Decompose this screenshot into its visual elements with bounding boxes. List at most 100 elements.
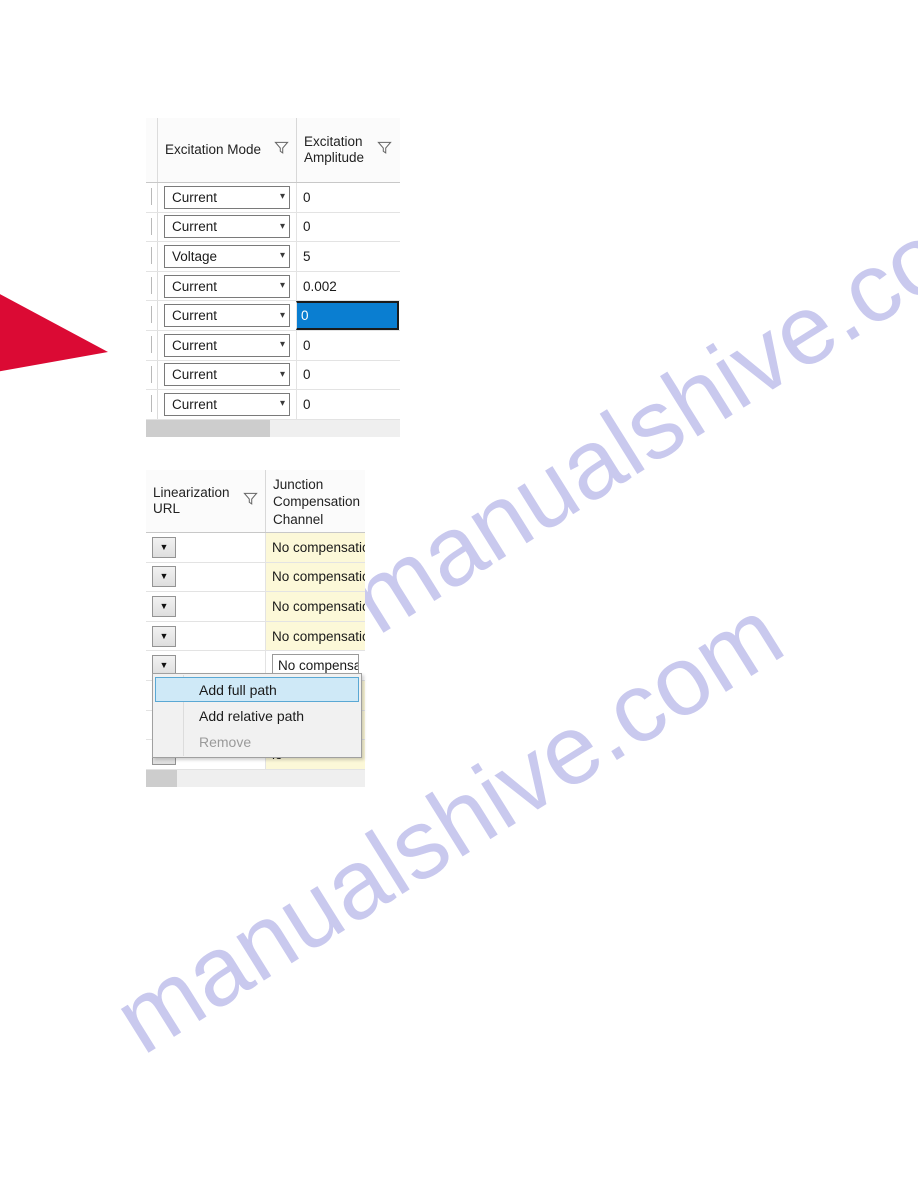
- select-value: Current: [172, 278, 218, 294]
- row-marker: [151, 188, 152, 205]
- menu-item-add-relative-path[interactable]: Add relative path: [155, 703, 359, 728]
- table-row[interactable]: Current ▾ 0.002: [146, 271, 400, 302]
- cell-linearization-url[interactable]: ▼: [146, 533, 265, 562]
- linearization-url-dropdown-button[interactable]: ▼: [152, 625, 176, 647]
- select-value: Current: [172, 308, 218, 324]
- funnel-icon[interactable]: [243, 491, 258, 510]
- cell-junction-compensation-channel[interactable]: No compensatio: [265, 621, 365, 651]
- triangle-down-icon: ▼: [159, 660, 169, 671]
- table-row[interactable]: ▼ No compensatio: [146, 562, 365, 593]
- cell-excitation-mode[interactable]: Current ▾: [158, 212, 296, 242]
- cell-excitation-amplitude[interactable]: 0: [296, 301, 399, 330]
- row-marker: [151, 276, 152, 294]
- row-selector[interactable]: [146, 212, 158, 242]
- excitation-mode-select[interactable]: Current ▾: [164, 304, 290, 328]
- table-row[interactable]: Current ▾ 0: [146, 390, 400, 420]
- row-selector[interactable]: [146, 330, 158, 360]
- excitation-mode-select[interactable]: Voltage ▾: [164, 244, 290, 268]
- table-row[interactable]: ▼ No compensatio: [146, 621, 365, 652]
- row-selector[interactable]: [146, 390, 158, 419]
- row-gutter-header: [146, 118, 158, 182]
- cell-excitation-amplitude[interactable]: 0.002: [296, 271, 399, 301]
- table-row[interactable]: Current ▾ 0: [146, 330, 400, 361]
- cell-linearization-url[interactable]: ▼: [146, 621, 265, 651]
- column-header-junction-compensation-channel[interactable]: Junction Compensation Channel: [265, 470, 365, 532]
- cell-value: No compensatio: [272, 628, 365, 644]
- cell-value: No compensatio: [272, 598, 365, 614]
- excitation-mode-select[interactable]: Current ▾: [164, 333, 290, 357]
- chevron-down-icon[interactable]: ▾: [280, 310, 285, 321]
- row-marker: [151, 247, 152, 265]
- cell-value: 0: [303, 396, 311, 412]
- linearization-url-dropdown-button[interactable]: ▼: [152, 536, 176, 558]
- excitation-mode-select[interactable]: Current ▾: [164, 185, 290, 209]
- chevron-down-icon[interactable]: ▾: [280, 221, 285, 232]
- cell-excitation-amplitude[interactable]: 0: [296, 183, 399, 212]
- row-selector[interactable]: [146, 360, 158, 390]
- triangle-down-icon: ▼: [159, 571, 169, 582]
- table-row[interactable]: ▼ No compensatio: [146, 533, 365, 563]
- row-selector[interactable]: [146, 301, 158, 330]
- cell-excitation-mode[interactable]: Current ▾: [158, 390, 296, 419]
- scrollbar-thumb[interactable]: [146, 419, 271, 437]
- scrollbar-thumb[interactable]: [146, 769, 177, 787]
- table-row[interactable]: Current ▾ 0: [146, 212, 400, 243]
- table-row[interactable]: Voltage ▾ 5: [146, 242, 400, 272]
- menu-item-remove: Remove: [155, 729, 359, 754]
- cell-junction-compensation-channel[interactable]: No compensatio: [265, 592, 365, 621]
- menu-item-add-full-path[interactable]: Add full path: [155, 677, 359, 702]
- table-row[interactable]: Current ▾ 0: [146, 360, 400, 391]
- cell-excitation-mode[interactable]: Voltage ▾: [158, 242, 296, 271]
- cell-excitation-amplitude[interactable]: 0: [296, 390, 399, 419]
- row-selector[interactable]: [146, 183, 158, 212]
- cell-junction-compensation-channel[interactable]: No compensatio: [265, 533, 365, 562]
- row-marker: [151, 365, 152, 383]
- excitation-grid[interactable]: Excitation Mode Excitation Amplitude Cur…: [146, 118, 400, 437]
- row-marker: [151, 217, 152, 235]
- linearization-url-dropdown-button[interactable]: ▼: [152, 566, 176, 588]
- cell-value: 0.002: [303, 278, 337, 294]
- cell-value: 5: [303, 248, 311, 264]
- linearization-horizontal-scrollbar[interactable]: [146, 769, 365, 787]
- table-row[interactable]: ▼ No compensatio: [146, 592, 365, 622]
- row-marker: [151, 395, 152, 413]
- column-header-excitation-amplitude[interactable]: Excitation Amplitude: [296, 118, 399, 182]
- chevron-down-icon[interactable]: ▾: [280, 340, 285, 350]
- cell-value: 0: [301, 308, 309, 324]
- triangle-down-icon: ▼: [159, 630, 169, 641]
- cell-linearization-url[interactable]: ▼: [146, 592, 265, 621]
- cell-excitation-amplitude[interactable]: 5: [296, 242, 399, 271]
- row-selector[interactable]: [146, 271, 158, 301]
- cell-excitation-amplitude[interactable]: 0: [296, 212, 399, 242]
- triangle-down-icon: ▼: [159, 600, 169, 611]
- table-row[interactable]: Current ▾ 0: [146, 301, 400, 331]
- column-header-excitation-mode[interactable]: Excitation Mode: [158, 118, 296, 182]
- cell-excitation-mode[interactable]: Current ▾: [158, 301, 296, 330]
- cell-excitation-mode[interactable]: Current ▾: [158, 183, 296, 212]
- cell-excitation-mode[interactable]: Current ▾: [158, 271, 296, 301]
- chevron-down-icon[interactable]: ▾: [280, 251, 285, 261]
- excitation-mode-select[interactable]: Current ▾: [164, 392, 290, 416]
- cell-excitation-mode[interactable]: Current ▾: [158, 330, 296, 360]
- excitation-mode-select[interactable]: Current ▾: [164, 363, 290, 387]
- excitation-mode-select[interactable]: Current ▾: [164, 215, 290, 239]
- excitation-mode-select[interactable]: Current ▾: [164, 274, 290, 298]
- excitation-horizontal-scrollbar[interactable]: [146, 419, 400, 437]
- funnel-icon[interactable]: [274, 140, 289, 159]
- cell-junction-compensation-channel[interactable]: No compensatio: [265, 562, 365, 592]
- linearization-url-dropdown-button[interactable]: ▼: [152, 595, 176, 617]
- column-header-linearization-url[interactable]: Linearization URL: [146, 470, 265, 532]
- context-menu[interactable]: Add full path Add relative path Remove: [152, 673, 362, 758]
- chevron-down-icon[interactable]: ▾: [280, 399, 285, 409]
- cell-value: 0: [303, 337, 311, 353]
- cell-excitation-amplitude[interactable]: 0: [296, 330, 399, 360]
- chevron-down-icon[interactable]: ▾: [280, 281, 285, 291]
- cell-excitation-mode[interactable]: Current ▾: [158, 360, 296, 390]
- table-row[interactable]: Current ▾ 0: [146, 183, 400, 213]
- chevron-down-icon[interactable]: ▾: [280, 192, 285, 202]
- cell-excitation-amplitude[interactable]: 0: [296, 360, 399, 390]
- chevron-down-icon[interactable]: ▾: [280, 369, 285, 380]
- cell-linearization-url[interactable]: ▼: [146, 562, 265, 592]
- funnel-icon[interactable]: [377, 140, 392, 159]
- row-selector[interactable]: [146, 242, 158, 271]
